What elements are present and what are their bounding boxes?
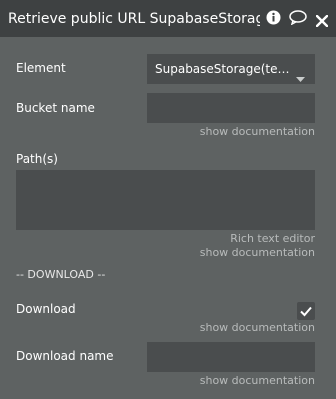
download-section-header: -- DOWNLOAD -- [16, 268, 106, 281]
download-name-input[interactable] [147, 342, 315, 372]
bucket-name-doc-link[interactable]: show documentation [200, 125, 315, 139]
download-label: Download [16, 302, 76, 316]
paths-input[interactable] [16, 170, 315, 230]
download-doc-link[interactable]: show documentation [200, 321, 315, 335]
comment-icon[interactable] [289, 10, 307, 29]
element-label: Element [16, 61, 66, 75]
element-dropdown-value: SupabaseStorage(testi... [155, 62, 291, 76]
panel-title: Retrieve public URL SupabaseStorage [8, 11, 260, 27]
info-icon[interactable] [266, 10, 281, 29]
close-icon[interactable] [315, 12, 329, 31]
paths-doc-link[interactable]: show documentation [200, 246, 315, 260]
bucket-name-label: Bucket name [16, 101, 95, 115]
download-name-label: Download name [16, 349, 114, 363]
download-checkbox[interactable] [297, 302, 315, 320]
panel-header: Retrieve public URL SupabaseStorage [0, 0, 336, 37]
paths-label: Path(s) [16, 152, 58, 166]
element-dropdown[interactable]: SupabaseStorage(testi... [147, 54, 315, 84]
rich-text-editor-link[interactable]: Rich text editor [230, 232, 315, 246]
bucket-name-input[interactable] [147, 93, 315, 123]
download-name-doc-link[interactable]: show documentation [200, 374, 315, 388]
chevron-down-icon [296, 67, 305, 86]
checkmark-icon [300, 306, 312, 317]
